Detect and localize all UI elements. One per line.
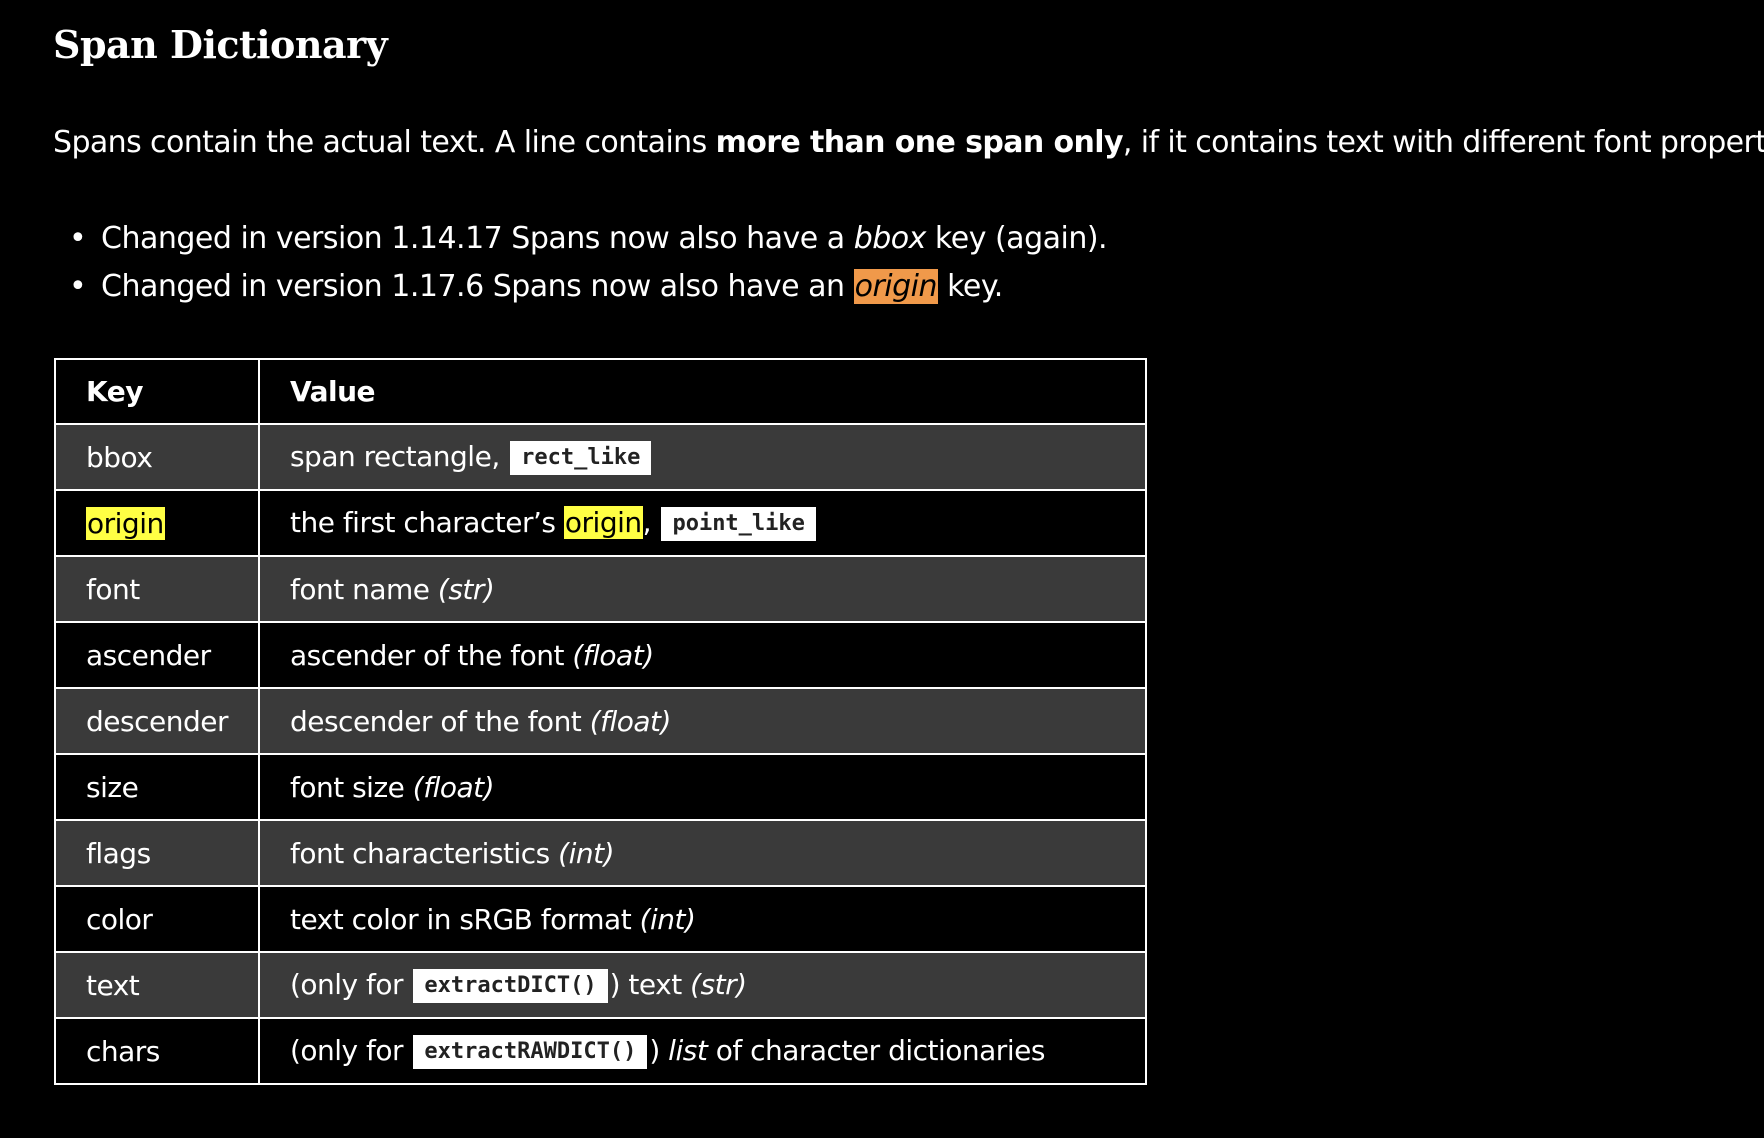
value-cell: ascender of the font (float) — [257, 621, 1148, 689]
table-row: size font size (float) — [54, 753, 1148, 821]
intro-bold-text: more than one span only — [715, 125, 1124, 160]
intro-paragraph: Spans contain the actual text. A line co… — [53, 120, 1764, 166]
value-text: the first character’s — [289, 505, 564, 539]
value-text: span rectangle, — [289, 439, 509, 473]
key-cell: text — [54, 951, 260, 1019]
value-cell: span rectangle, rect_like — [257, 423, 1148, 491]
table-row: font font name (str) — [54, 555, 1148, 623]
change-text-end: key (again). — [925, 221, 1108, 256]
value-type: (float) — [412, 770, 495, 804]
change-text-end: key. — [938, 269, 1003, 304]
value-cell: text color in sRGB format (int) — [257, 885, 1148, 953]
value-cell: font size (float) — [257, 753, 1148, 821]
value-prefix: (only for — [289, 1033, 412, 1067]
value-text: font size — [289, 770, 413, 804]
table-row: descender descender of the font (float) — [54, 687, 1148, 755]
value-suffix: ) text — [609, 967, 691, 1001]
key-cell: origin — [54, 489, 260, 557]
value-cell: descender of the font (float) — [257, 687, 1148, 755]
search-highlight: origin — [853, 269, 939, 304]
value-text: text color in sRGB format — [289, 902, 640, 936]
table-row: bbox span rectangle, rect_like — [54, 423, 1148, 491]
version-change-item: • Changed in version 1.14.17 Spans now al… — [69, 215, 1108, 263]
page-title: Span Dictionary — [53, 22, 388, 67]
value-prefix: (only for — [289, 967, 412, 1001]
value-cell: font name (str) — [257, 555, 1148, 623]
value-type: (float) — [589, 704, 672, 738]
value-type: (str) — [690, 967, 747, 1001]
key-cell: descender — [54, 687, 260, 755]
header-key: Key — [54, 358, 260, 425]
version-change-item: • Changed in version 1.17.6 Spans now als… — [69, 263, 1107, 311]
code-literal: rect_like — [510, 440, 652, 475]
value-type: (float) — [572, 638, 654, 672]
key-cell: color — [54, 885, 260, 953]
intro-text-end: , if it contains text with different fon… — [1122, 125, 1764, 160]
key-cell: flags — [54, 819, 260, 887]
value-cell: (only for extractDICT()) text (str) — [257, 951, 1148, 1019]
change-text: Changed in version 1.14.17 Spans now als… — [101, 221, 854, 256]
span-dictionary-table: Key Value bbox span rectangle, rect_like… — [54, 358, 1148, 1085]
bullet-icon: • — [69, 221, 87, 256]
version-changes-list: • Changed in version 1.14.17 Spans now al… — [53, 215, 1108, 311]
bullet-icon: • — [69, 269, 87, 304]
key-cell: bbox — [54, 423, 260, 491]
value-cell: font characteristics (int) — [257, 819, 1148, 887]
value-text: descender of the font — [289, 704, 590, 738]
header-value: Value — [257, 358, 1148, 425]
value-highlight: origin — [563, 505, 643, 539]
key-cell: chars — [54, 1017, 260, 1085]
value-text: ascender of the font — [289, 638, 573, 672]
table-row: text (only for extractDICT()) text (str) — [54, 951, 1148, 1019]
code-literal: extractRAWDICT() — [413, 1034, 648, 1069]
table-header-row: Key Value — [54, 358, 1148, 425]
change-emphasis: bbox — [853, 221, 927, 256]
table-row: origin the first character’s origin, poi… — [54, 489, 1148, 557]
table-row: color text color in sRGB format (int) — [54, 885, 1148, 953]
value-text: font name — [289, 572, 438, 606]
value-suffix: ) — [649, 1033, 669, 1067]
key-highlight: origin — [86, 506, 165, 540]
code-literal: point_like — [661, 506, 816, 541]
value-type: (int) — [639, 902, 696, 936]
key-cell: size — [54, 753, 260, 821]
value-emphasis: list — [668, 1033, 708, 1067]
table-row: chars (only for extractRAWDICT()) list o… — [54, 1017, 1148, 1085]
table-row: flags font characteristics (int) — [54, 819, 1148, 887]
value-text: font characteristics — [289, 836, 559, 870]
value-type: (int) — [558, 836, 615, 870]
value-separator: , — [642, 505, 652, 539]
value-text-end: of character dictionaries — [707, 1033, 1046, 1067]
value-type: (str) — [437, 572, 495, 606]
code-literal: extractDICT() — [413, 968, 608, 1003]
value-cell: the first character’s origin, point_like — [257, 489, 1148, 557]
key-cell: ascender — [54, 621, 260, 689]
key-cell: font — [54, 555, 260, 623]
table-row: ascender ascender of the font (float) — [54, 621, 1148, 689]
value-cell: (only for extractRAWDICT()) list of char… — [257, 1017, 1148, 1085]
intro-text-start: Spans contain the actual text. A line co… — [53, 125, 716, 160]
change-text: Changed in version 1.17.6 Spans now also… — [101, 269, 854, 304]
